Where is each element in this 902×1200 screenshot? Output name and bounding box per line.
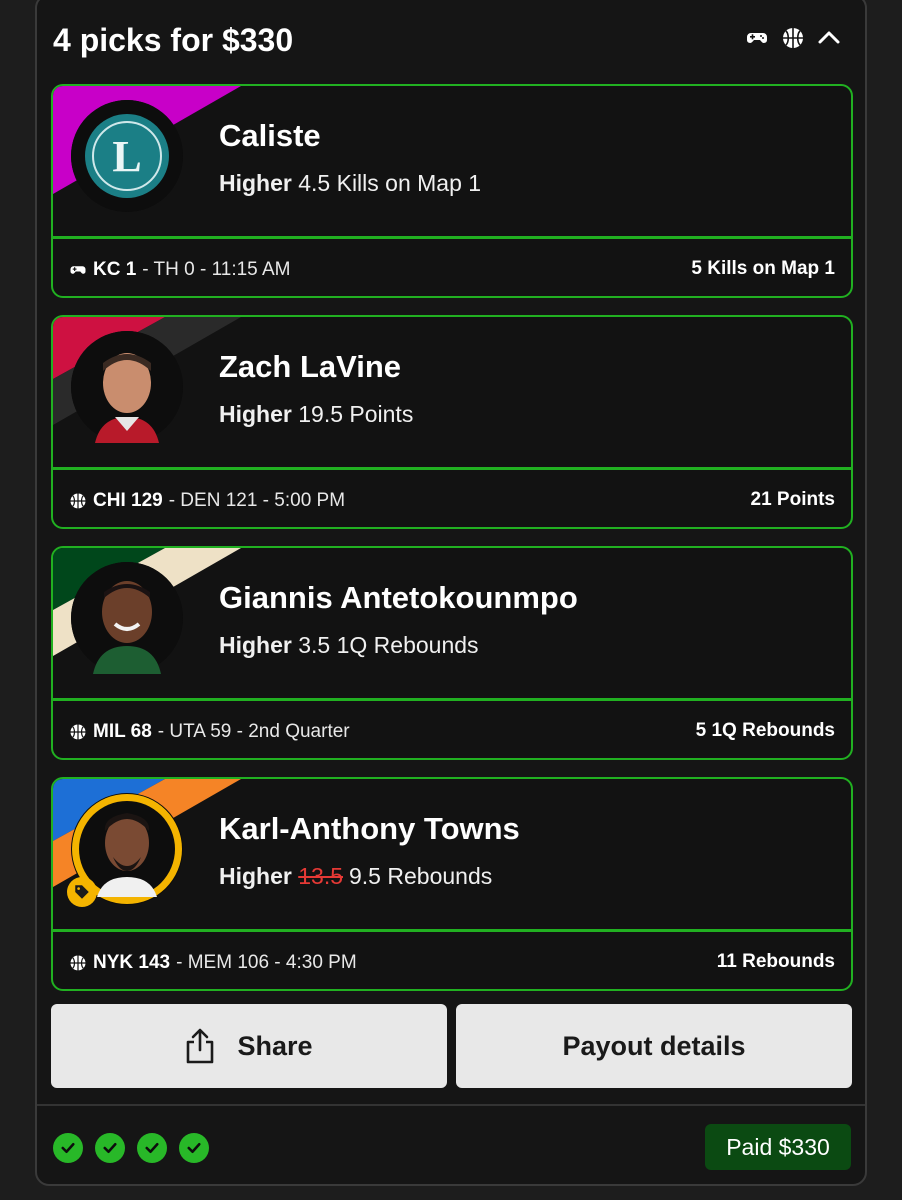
pick-old-line: 13.5	[298, 863, 343, 889]
player-avatar	[71, 562, 183, 674]
player-avatar	[71, 331, 183, 443]
share-icon	[185, 1028, 215, 1064]
pick-stat: Rebounds	[387, 863, 493, 889]
share-button[interactable]: Share	[51, 1004, 447, 1088]
game-status: - UTA 59 - 2nd Quarter	[157, 721, 350, 742]
pick-stat: Kills on Map 1	[336, 170, 482, 196]
team-score: KC 1	[93, 259, 137, 280]
game-status: - DEN 121 - 5:00 PM	[168, 490, 346, 511]
check-icon	[137, 1133, 167, 1163]
pick-card-bottom: KC 1 - TH 0 - 11:15 AM 5 Kills on Map 1	[53, 239, 851, 296]
pick-card[interactable]: Zach LaVine Higher 19.5 Points CHI 129 -…	[51, 315, 853, 529]
pick-line-value: 19.5	[298, 401, 343, 427]
share-label: Share	[237, 1030, 313, 1061]
payout-details-button[interactable]: Payout details	[456, 1004, 852, 1088]
controller-icon	[69, 261, 87, 279]
player-name: Zach LaVine	[219, 349, 402, 384]
pick-card-top: Giannis Antetokounmpo Higher 3.5 1Q Rebo…	[53, 548, 851, 698]
game-status: - TH 0 - 11:15 AM	[142, 259, 291, 280]
pick-card-bottom: NYK 143 - MEM 106 - 4:30 PM 11 Rebounds	[53, 932, 851, 989]
pick-line-value: 3.5	[298, 632, 331, 658]
league-logo-letter: L	[112, 131, 142, 181]
chevron-up-icon[interactable]	[817, 26, 841, 50]
pick-card-top: Karl-Anthony Towns Higher 13.5 9.5 Reboun…	[53, 779, 851, 929]
pick-line-value: 9.5	[349, 863, 381, 889]
team-score: NYK 143	[93, 952, 171, 973]
game-info: NYK 143 - MEM 106 - 4:30 PM	[69, 952, 357, 974]
game-status: - MEM 106 - 4:30 PM	[176, 952, 357, 973]
pick-card-top: L Caliste Higher 4.5 Kills on Map 1	[53, 86, 851, 236]
header-icons	[745, 26, 841, 50]
pick-result: 11 Rebounds	[716, 951, 835, 972]
pick-line: Higher 4.5 Kills on Map 1	[219, 170, 481, 197]
team-score: CHI 129	[93, 490, 163, 511]
pick-direction: Higher	[219, 632, 292, 658]
pick-status-checks	[53, 1133, 209, 1163]
payout-details-label: Payout details	[562, 1030, 746, 1061]
pick-line: Higher 13.5 9.5 Rebounds	[219, 863, 492, 890]
pick-direction: Higher	[219, 863, 292, 889]
check-icon	[53, 1133, 83, 1163]
pick-card-bottom: CHI 129 - DEN 121 - 5:00 PM 21 Points	[53, 470, 851, 527]
pick-result: 5 1Q Rebounds	[695, 720, 835, 741]
game-info: KC 1 - TH 0 - 11:15 AM	[69, 259, 290, 281]
basketball-icon	[69, 954, 87, 972]
pick-line: Higher 19.5 Points	[219, 401, 413, 428]
pick-result: 21 Points	[750, 489, 835, 510]
player-avatar: L	[71, 100, 183, 212]
check-icon	[179, 1133, 209, 1163]
controller-icon	[745, 26, 769, 50]
tag-icon	[67, 877, 97, 907]
pick-direction: Higher	[219, 401, 292, 427]
pick-stat: Points	[349, 401, 414, 427]
pick-card-top: Zach LaVine Higher 19.5 Points	[53, 317, 851, 467]
basketball-icon	[781, 26, 805, 50]
pick-card-bottom: MIL 68 - UTA 59 - 2nd Quarter 5 1Q Rebou…	[53, 701, 851, 758]
player-avatar	[67, 793, 183, 907]
entry-header: 4 picks for $330	[37, 0, 865, 80]
game-info: CHI 129 - DEN 121 - 5:00 PM	[69, 490, 345, 512]
basketball-icon	[69, 723, 87, 741]
entry-title: 4 picks for $330	[53, 22, 294, 58]
player-name: Giannis Antetokounmpo	[219, 580, 578, 615]
footer-divider	[37, 1104, 865, 1106]
pick-line: Higher 3.5 1Q Rebounds	[219, 632, 479, 659]
pick-result: 5 Kills on Map 1	[691, 258, 835, 279]
paid-badge: Paid $330	[705, 1124, 851, 1170]
pick-card[interactable]: Giannis Antetokounmpo Higher 3.5 1Q Rebo…	[51, 546, 853, 760]
team-score: MIL 68	[93, 721, 152, 742]
pick-stat: 1Q Rebounds	[336, 632, 479, 658]
pick-card[interactable]: Karl-Anthony Towns Higher 13.5 9.5 Reboun…	[51, 777, 853, 991]
basketball-icon	[69, 492, 87, 510]
pick-card[interactable]: L Caliste Higher 4.5 Kills on Map 1 KC 1…	[51, 84, 853, 298]
game-info: MIL 68 - UTA 59 - 2nd Quarter	[69, 721, 350, 743]
pick-line-value: 4.5	[298, 170, 331, 196]
check-icon	[95, 1133, 125, 1163]
player-name: Caliste	[219, 118, 321, 153]
entry-panel: 4 picks for $330 L Caliste Higher 4.5 Ki…	[35, 0, 867, 1186]
player-name: Karl-Anthony Towns	[219, 811, 520, 846]
pick-direction: Higher	[219, 170, 292, 196]
